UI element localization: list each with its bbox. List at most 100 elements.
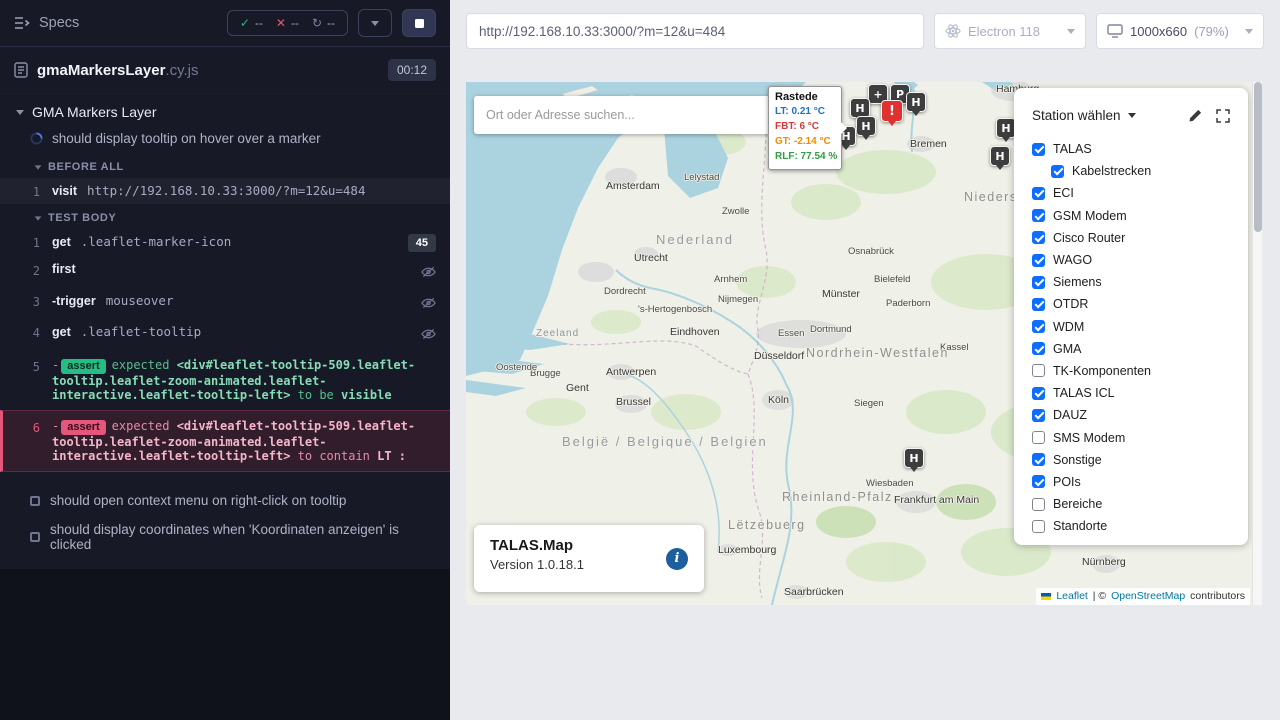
layer-checkbox-item[interactable]: TALAS ICL <box>1032 382 1230 404</box>
command-method: -trigger <box>52 294 96 308</box>
command-method: visit <box>52 184 77 198</box>
pending-test[interactable]: should display coordinates when 'Koordin… <box>0 515 450 559</box>
checkbox[interactable] <box>1032 475 1045 488</box>
map-label: Brussel <box>616 396 651 408</box>
layer-checkbox-item[interactable]: GSM Modem <box>1032 205 1230 227</box>
station-select-label[interactable]: Station wählen <box>1032 108 1121 123</box>
layer-checkbox-item[interactable]: TK-Komponenten <box>1032 360 1230 382</box>
layer-checkbox-item[interactable]: Bereiche <box>1032 493 1230 515</box>
alert-marker[interactable]: ! <box>881 100 903 122</box>
layer-checkbox-item[interactable]: OTDR <box>1032 293 1230 315</box>
map-label: Arnhem <box>714 274 747 285</box>
checkbox[interactable] <box>1032 209 1045 222</box>
url-bar[interactable] <box>466 13 924 49</box>
suite-title[interactable]: GMA Markers Layer <box>0 94 450 127</box>
search-input[interactable] <box>486 108 774 122</box>
command-number: 3 <box>0 293 52 309</box>
checkbox[interactable] <box>1032 520 1045 533</box>
checkbox[interactable] <box>1032 231 1045 244</box>
layer-checkbox-item[interactable]: Standorte <box>1032 515 1230 537</box>
layer-label: POIs <box>1053 475 1081 489</box>
layer-checkbox-item[interactable]: Cisco Router <box>1032 227 1230 249</box>
layer-checkbox-item[interactable]: ECI <box>1032 182 1230 204</box>
station-marker[interactable]: H <box>850 98 870 118</box>
command-method: get <box>52 325 71 339</box>
spec-file-icon <box>14 62 28 78</box>
checkbox[interactable] <box>1032 409 1045 422</box>
specs-label[interactable]: Specs <box>39 15 79 31</box>
checkbox[interactable] <box>1032 276 1045 289</box>
command-row[interactable]: 2first <box>0 257 450 288</box>
section-test-body[interactable]: TEST BODY <box>0 204 450 229</box>
layer-label: WDM <box>1053 320 1084 334</box>
command-row[interactable]: 3-triggermouseover <box>0 288 450 319</box>
section-before-all[interactable]: BEFORE ALL <box>0 153 450 178</box>
test-stats: ✓--✕--↻-- <box>227 10 348 36</box>
command-row[interactable]: 1visithttp://192.168.10.33:3000/?m=12&u=… <box>0 178 450 204</box>
checkbox[interactable] <box>1032 498 1045 511</box>
checkbox[interactable] <box>1032 187 1045 200</box>
checkbox[interactable] <box>1032 143 1045 156</box>
assert-message: expected <div#leaflet-tooltip-509.leafle… <box>52 358 415 402</box>
checkbox[interactable] <box>1032 431 1045 444</box>
scrollbar-thumb[interactable] <box>1254 82 1262 232</box>
layer-checkbox-item[interactable]: Sonstige <box>1032 449 1230 471</box>
map-label: Saarbrücken <box>784 586 844 598</box>
chevron-down-icon <box>35 216 42 220</box>
layer-checkbox-item[interactable]: TALAS <box>1032 138 1230 160</box>
command-row[interactable]: 1get.leaflet-marker-icon45 <box>0 229 450 257</box>
pending-test-icon <box>30 532 40 542</box>
leaflet-link[interactable]: Leaflet <box>1056 590 1088 602</box>
command-row[interactable]: 6-assertexpected <div#leaflet-tooltip-50… <box>0 410 450 472</box>
specs-menu-icon[interactable] <box>14 16 30 30</box>
spec-name[interactable]: gmaMarkersLayer.cy.js <box>37 62 198 79</box>
osm-link[interactable]: OpenStreetMap <box>1111 590 1185 602</box>
layer-checkbox-item[interactable]: Siemens <box>1032 271 1230 293</box>
edit-pencil-icon[interactable] <box>1188 109 1202 123</box>
failed-icon: ✕ <box>276 16 286 30</box>
spec-timer: 00:12 <box>388 59 436 81</box>
passed-icon: ✓ <box>240 16 250 30</box>
checkbox[interactable] <box>1032 364 1045 377</box>
checkbox[interactable] <box>1032 320 1045 333</box>
layer-checkbox-item[interactable]: GMA <box>1032 338 1230 360</box>
map-label: Nederland <box>656 232 734 247</box>
active-test-title[interactable]: should display tooltip on hover over a m… <box>0 127 450 153</box>
station-marker[interactable]: H <box>996 118 1016 138</box>
map-label: Antwerpen <box>606 366 656 378</box>
checkbox[interactable] <box>1032 298 1045 311</box>
map-label: Dordrecht <box>604 286 646 297</box>
vertical-scrollbar[interactable] <box>1252 82 1262 605</box>
pending-tests: should open context menu on right-click … <box>0 486 450 559</box>
command-row[interactable]: 4get.leaflet-tooltip <box>0 319 450 350</box>
command-number: 6 <box>3 419 52 435</box>
layer-checkbox-item[interactable]: POIs <box>1032 471 1230 493</box>
station-marker[interactable]: H <box>856 116 876 136</box>
layer-checkbox-item[interactable]: WAGO <box>1032 249 1230 271</box>
station-marker[interactable]: H <box>904 448 924 468</box>
checkbox[interactable] <box>1032 254 1045 267</box>
layer-checkbox-item[interactable]: DAUZ <box>1032 404 1230 426</box>
layer-label: Siemens <box>1053 275 1102 289</box>
station-marker[interactable]: H <box>990 146 1010 166</box>
aut-viewport: AmsterdamLelystadGroningenLeeuwardenNede… <box>466 82 1262 605</box>
checkbox[interactable] <box>1032 387 1045 400</box>
layer-checkbox-item[interactable]: WDM <box>1032 316 1230 338</box>
layer-checkbox-item[interactable]: Kabelstrecken <box>1051 160 1230 182</box>
pending-test[interactable]: should open context menu on right-click … <box>0 486 450 515</box>
checkbox[interactable] <box>1032 453 1045 466</box>
leaflet-map[interactable]: AmsterdamLelystadGroningenLeeuwardenNede… <box>466 82 1262 605</box>
station-marker[interactable]: H <box>906 92 926 112</box>
layer-checkbox-item[interactable]: SMS Modem <box>1032 426 1230 448</box>
viewport-select[interactable]: 1000x660 (79%) <box>1096 13 1264 49</box>
info-icon[interactable]: i <box>666 548 688 570</box>
map-label: Wiesbaden <box>866 478 914 489</box>
checkbox[interactable] <box>1051 165 1064 178</box>
map-label: Gent <box>566 382 589 394</box>
browser-select[interactable]: Electron 118 <box>934 13 1086 49</box>
stop-button[interactable] <box>402 9 436 37</box>
collapse-all-button[interactable] <box>358 9 392 37</box>
command-row[interactable]: 5-assertexpected <div#leaflet-tooltip-50… <box>0 350 450 410</box>
fullscreen-expand-icon[interactable] <box>1216 109 1230 123</box>
checkbox[interactable] <box>1032 342 1045 355</box>
